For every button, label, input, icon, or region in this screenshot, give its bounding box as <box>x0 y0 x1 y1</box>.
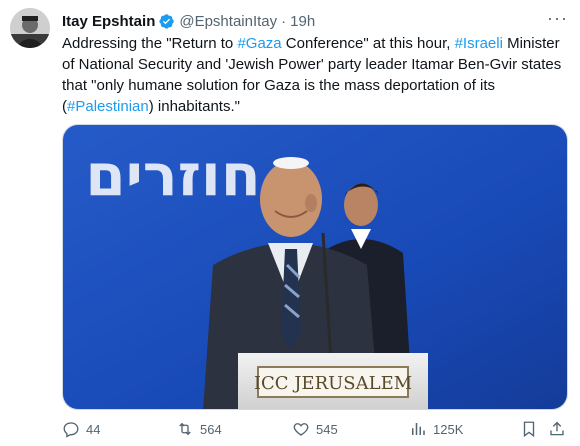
bookmark-button[interactable] <box>520 420 544 438</box>
tweet-text-segment: Conference" at this hour, <box>281 35 455 52</box>
hashtag-palestinian[interactable]: #Palestinian <box>67 98 149 115</box>
share-icon <box>550 421 564 436</box>
separator-dot: · <box>281 12 287 30</box>
tweet-text-segment: ) inhabitants." <box>148 98 240 115</box>
tweet-media-photo[interactable]: חוזרים ICC JERUSALEM <box>62 124 568 410</box>
reply-button[interactable]: 44 <box>62 420 100 438</box>
like-icon <box>293 423 309 436</box>
conference-photo: חוזרים ICC JERUSALEM <box>63 125 567 409</box>
hashtag-gaza[interactable]: #Gaza <box>237 35 281 52</box>
retweet-count: 564 <box>200 421 222 437</box>
reply-icon <box>63 422 79 438</box>
like-button[interactable]: 545 <box>292 420 338 438</box>
avatar-image <box>10 8 50 48</box>
reply-count: 44 <box>86 421 101 437</box>
more-icon[interactable]: ··· <box>547 8 568 29</box>
author-handle[interactable]: @EpshtainItay <box>179 13 277 30</box>
author-name[interactable]: Itay Epshtain <box>62 13 155 30</box>
tweet-text-segment: Addressing the "Return to <box>62 35 238 52</box>
hashtag-israeli[interactable]: #Israeli <box>455 35 503 52</box>
tweet[interactable]: Itay Epshtain @EpshtainItay · 19h ··· Ad… <box>0 0 580 446</box>
views-button[interactable]: 125K <box>409 420 463 438</box>
retweet-icon <box>179 422 191 436</box>
tweet-header: Itay Epshtain @EpshtainItay · 19h ··· <box>62 8 568 32</box>
tweet-text: Addressing the "Return to #Gaza Conferen… <box>62 33 568 117</box>
verified-badge-icon <box>158 13 175 30</box>
share-button[interactable] <box>548 420 572 438</box>
podium-text: ICC JERUSALEM <box>254 373 412 394</box>
tweet-actions: 44 564 545 125K <box>62 420 568 444</box>
bookmark-icon <box>523 421 535 438</box>
retweet-button[interactable]: 564 <box>176 420 222 438</box>
views-count: 125K <box>433 421 464 437</box>
like-count: 545 <box>316 421 338 437</box>
banner-text: חוזרים <box>85 141 260 209</box>
timestamp[interactable]: 19h <box>290 13 315 30</box>
podium: ICC JERUSALEM <box>238 353 428 409</box>
avatar[interactable] <box>10 8 50 48</box>
views-icon <box>412 423 425 435</box>
